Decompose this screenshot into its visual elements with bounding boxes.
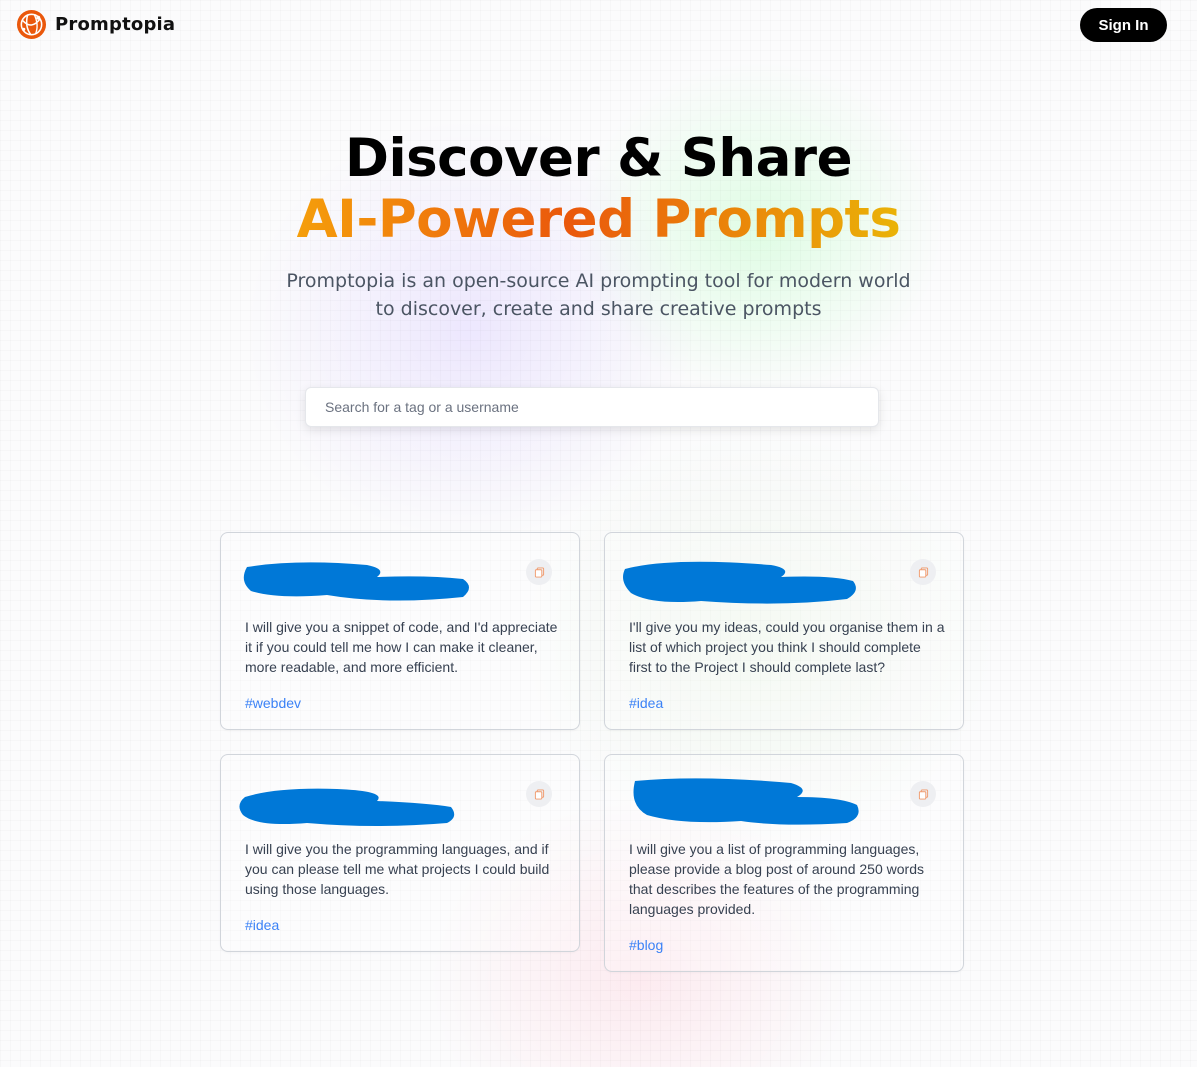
prompt-text: I'll give you my ideas, could you organi… <box>629 619 945 675</box>
brand-logo-link[interactable]: Promptopia <box>16 9 175 40</box>
copy-button[interactable] <box>526 559 552 585</box>
prompt-card: I will give you the programming language… <box>220 754 580 952</box>
copy-icon <box>918 566 928 578</box>
prompt-card: I'll give you my ideas, could you organi… <box>604 532 964 730</box>
prompt-card: I will give you a snippet of code, and I… <box>220 532 580 730</box>
prompt-tag[interactable]: #idea <box>245 917 279 933</box>
prompt-tag[interactable]: #webdev <box>245 695 301 711</box>
copy-icon <box>918 788 928 800</box>
prompt-text: I will give you the programming language… <box>245 841 550 897</box>
hero-title: Discover & Share AI-Powered Prompts <box>0 128 1197 250</box>
prompt-tag[interactable]: #blog <box>629 937 663 953</box>
navbar: Promptopia Sign In <box>0 0 1197 50</box>
globe-logo-icon <box>16 9 47 40</box>
brand-name: Promptopia <box>55 14 176 35</box>
hero-description: Promptopia is an open-source AI promptin… <box>286 270 911 320</box>
copy-button[interactable] <box>910 781 936 807</box>
prompt-card: I will give you a list of programming la… <box>604 754 964 972</box>
copy-button[interactable] <box>910 559 936 585</box>
redacted-username-avatar <box>633 778 859 825</box>
copy-icon <box>534 788 544 800</box>
sign-in-button[interactable]: Sign In <box>1080 8 1167 42</box>
redacted-username-avatar <box>243 562 469 601</box>
copy-icon <box>534 566 544 578</box>
redacted-username-avatar <box>623 561 856 604</box>
prompt-tag[interactable]: #idea <box>629 695 663 711</box>
prompt-text: I will give you a list of programming la… <box>629 841 924 917</box>
copy-button[interactable] <box>526 781 552 807</box>
redacted-username-avatar <box>239 788 455 826</box>
hero-title-line1: Discover & Share <box>344 128 853 189</box>
hero-title-line2: AI-Powered Prompts <box>296 189 901 250</box>
prompt-text: I will give you a snippet of code, and I… <box>245 619 558 675</box>
search-input[interactable] <box>305 387 879 427</box>
